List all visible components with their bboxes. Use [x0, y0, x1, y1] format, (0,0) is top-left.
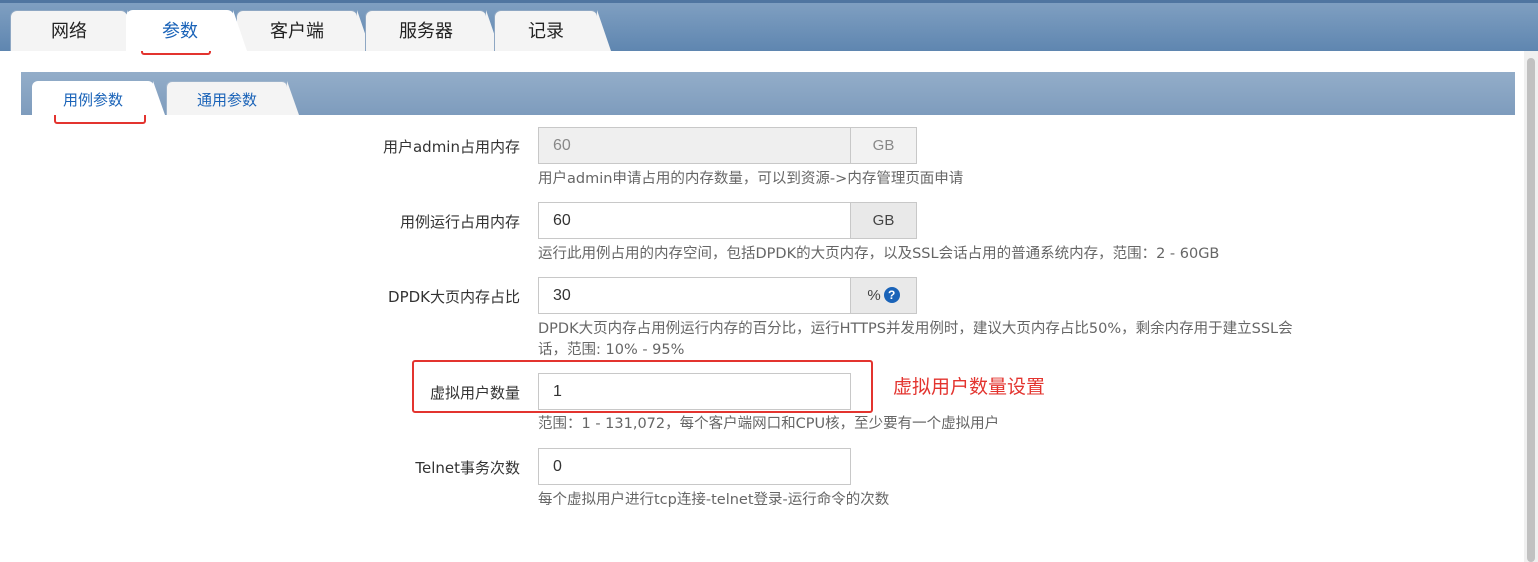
virtual-users-help: 范围：1 - 131,072，每个客户端网口和CPU核，至少要有一个虚拟用户	[538, 416, 1000, 432]
dpdk-ratio-input[interactable]: 30	[538, 277, 851, 314]
tab-network[interactable]: 网络	[10, 10, 141, 51]
scrollbar-thumb[interactable]	[1527, 58, 1535, 562]
telnet-count-help: 每个虚拟用户进行tcp连接-telnet登录-运行命令的次数	[538, 492, 890, 508]
telnet-count-input[interactable]: 0	[538, 448, 851, 485]
admin-memory-input: 60	[538, 127, 851, 164]
admin-memory-unit: GB	[850, 127, 917, 164]
highlight-virtual-users	[412, 360, 873, 413]
dpdk-ratio-help-line1: DPDK大页内存占用例运行内存的百分比，运行HTTPS并发用例时，建议大页内存占…	[538, 321, 1293, 337]
case-memory-label: 用例运行占用内存	[399, 213, 520, 231]
dpdk-ratio-unit: %?	[850, 277, 917, 314]
admin-memory-label: 用户admin占用内存	[382, 138, 520, 156]
dpdk-ratio-unit-text: %	[867, 287, 881, 304]
annotation-text: 虚拟用户数量设置	[893, 376, 1046, 398]
admin-memory-help: 用户admin申请占用的内存数量，可以到资源->内存管理页面申请	[538, 171, 964, 187]
dpdk-ratio-help: DPDK大页内存占用例运行内存的百分比，运行HTTPS并发用例时，建议大页内存占…	[538, 319, 1348, 361]
tab-parameters[interactable]: 参数	[126, 10, 247, 51]
dpdk-ratio-label: DPDK大页内存占比	[388, 288, 520, 306]
tab-client[interactable]: 客户端	[236, 10, 371, 51]
case-memory-input[interactable]: 60	[538, 202, 851, 239]
question-circle-icon[interactable]: ?	[883, 286, 900, 303]
sub-tab-case-params[interactable]: 用例参数	[32, 81, 165, 115]
sub-tab-common-params[interactable]: 通用参数	[166, 81, 299, 115]
tab-records[interactable]: 记录	[494, 10, 611, 51]
case-memory-help: 运行此用例占用的内存空间，包括DPDK的大页内存，以及SSL会话占用的普通系统内…	[538, 246, 1220, 262]
tab-server[interactable]: 服务器	[365, 10, 500, 51]
case-memory-unit: GB	[850, 202, 917, 239]
dpdk-ratio-help-line2: 话，范围: 10% - 95%	[538, 342, 685, 358]
telnet-count-label: Telnet事务次数	[415, 459, 520, 477]
